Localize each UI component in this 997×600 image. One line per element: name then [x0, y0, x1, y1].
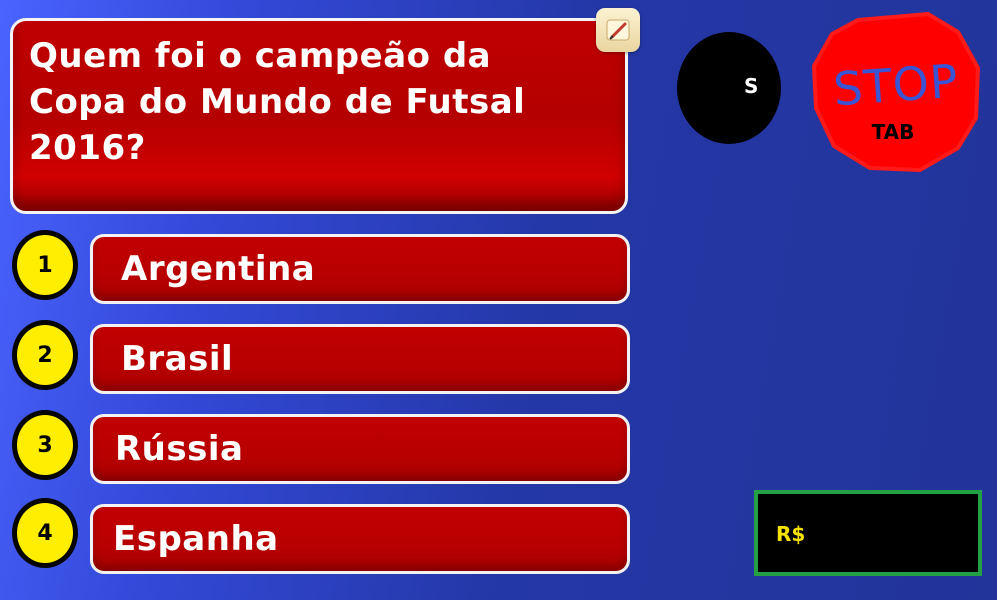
answer-4-number[interactable]: 4	[12, 498, 78, 568]
answer-label: Argentina	[121, 249, 316, 289]
question-text: Quem foi o campeão da Copa do Mundo de F…	[29, 36, 526, 168]
answer-number-label: 3	[37, 432, 53, 458]
prize-currency-label: R$	[776, 522, 806, 546]
answer-number-label: 2	[37, 342, 53, 368]
answer-3-button[interactable]: Rússia	[90, 414, 630, 484]
prize-panel: R$	[754, 490, 982, 576]
edit-button[interactable]	[596, 8, 640, 52]
timer-seconds-label: S	[744, 74, 759, 98]
answer-4-button[interactable]: Espanha	[90, 504, 630, 574]
question-panel: Quem foi o campeão da Copa do Mundo de F…	[10, 18, 628, 214]
edit-pencil-icon	[606, 19, 630, 41]
answer-label: Espanha	[113, 519, 279, 559]
answer-2-number[interactable]: 2	[12, 320, 78, 390]
answer-2-button[interactable]: Brasil	[90, 324, 630, 394]
answer-number-label: 4	[37, 520, 53, 546]
answer-1-button[interactable]: Argentina	[90, 234, 630, 304]
answer-3-number[interactable]: 3	[12, 410, 78, 480]
answer-number-label: 1	[37, 252, 53, 278]
stop-shortcut-label: TAB	[871, 120, 915, 144]
timer-display: S	[677, 32, 781, 144]
stop-button[interactable]: STOP TAB	[808, 8, 984, 176]
answer-1-number[interactable]: 1	[12, 230, 78, 300]
answer-label: Rússia	[115, 429, 244, 469]
answer-label: Brasil	[121, 339, 234, 379]
